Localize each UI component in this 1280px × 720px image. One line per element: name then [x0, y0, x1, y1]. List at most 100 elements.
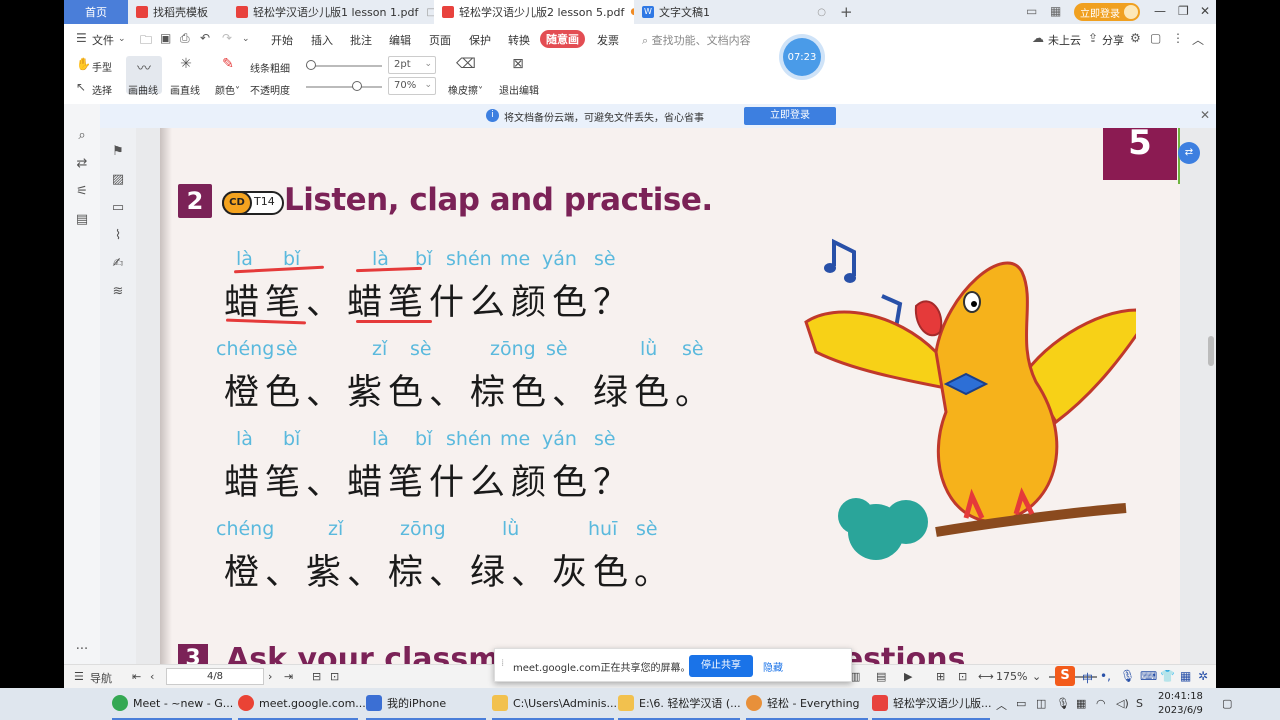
comment-icon[interactable]: ▭ — [100, 200, 136, 215]
tab-document1[interactable]: W 文字文稿1 ○ — [634, 0, 834, 24]
eraser-icon[interactable]: ⌫ — [454, 56, 478, 72]
microphone-icon[interactable]: 🎙 — [1120, 669, 1135, 683]
network-icon[interactable]: ◫ — [1036, 697, 1046, 710]
cursor-icon[interactable]: ↖ — [76, 80, 86, 94]
punctuation-icon[interactable]: •, — [1100, 669, 1111, 683]
floating-action-icon[interactable]: ⇄ — [1178, 142, 1200, 164]
forward-icon[interactable]: ⊡ — [330, 670, 339, 683]
recording-timer[interactable]: 07:23 — [783, 38, 821, 76]
tab-home[interactable]: 首页 — [64, 0, 128, 24]
redo-icon[interactable]: ↷ — [222, 31, 232, 45]
exit-edit-button[interactable]: 退出编辑 — [499, 82, 539, 97]
stop-sharing-button[interactable]: 停止共享 — [689, 655, 753, 677]
color-tool[interactable]: 颜色˅ — [215, 82, 240, 97]
curve-tool[interactable]: 画曲线 — [128, 82, 158, 97]
fit-width-icon[interactable]: ⟷ — [978, 670, 994, 683]
print-icon[interactable]: ⎙ — [180, 31, 190, 46]
layout-icon[interactable]: ▭ — [1026, 4, 1037, 18]
thickness-slider[interactable] — [306, 65, 382, 67]
ime-mode[interactable]: 中 — [1082, 670, 1093, 686]
tab-lesson5[interactable]: 轻松学汉语少儿版2 lesson 5.pdf ● — [434, 0, 634, 24]
chevron-down-icon[interactable]: ⌄ — [242, 34, 250, 44]
more-icon[interactable]: ··· — [64, 642, 100, 657]
chevron-down-icon[interactable]: ⌄ — [118, 34, 126, 44]
skin-icon[interactable]: 👕 — [1160, 669, 1175, 683]
collapse-icon[interactable]: ︿ — [1192, 31, 1204, 48]
settings-icon[interactable]: ✲ — [1198, 669, 1208, 683]
sogou-tray-icon[interactable]: S — [1136, 697, 1143, 710]
minimize-icon[interactable]: — — [1154, 4, 1166, 18]
thickness-select[interactable]: 2pt ⌄ — [388, 56, 436, 74]
play-icon[interactable]: ▶ — [904, 670, 912, 683]
close-window-icon[interactable]: ✕ — [1200, 4, 1210, 18]
bookmark-icon[interactable]: ⚑ — [100, 144, 136, 159]
menu-page[interactable]: 页面 — [429, 32, 451, 48]
fit-page-icon[interactable]: ⊡ — [958, 670, 967, 683]
taskbar-wps[interactable]: 轻松学汉语少儿版... — [872, 688, 992, 720]
notice-login-button[interactable]: 立即登录 — [744, 107, 836, 125]
vertical-scrollbar[interactable] — [1208, 336, 1214, 366]
opacity-knob[interactable] — [352, 81, 362, 91]
new-tab-icon[interactable]: + — [840, 3, 853, 21]
taskbar-iphone[interactable]: 我的iPhone — [366, 688, 486, 720]
search-input[interactable]: ⌕ 查找功能、文档内容 — [642, 32, 751, 48]
taskbar-meet[interactable]: Meet - ~new - G... — [112, 688, 233, 720]
menu-invoice[interactable]: 发票 — [597, 32, 619, 48]
menu-insert[interactable]: 插入 — [311, 32, 333, 48]
drag-handle-icon[interactable]: ⁞ — [501, 658, 504, 669]
close-icon[interactable]: ○ — [809, 7, 826, 18]
line-tool[interactable]: 画直线 — [170, 82, 200, 97]
undo-icon[interactable]: ↶ — [200, 31, 210, 45]
pen-color-icon[interactable]: ✎ — [218, 56, 238, 72]
gear-icon[interactable]: ⚙ — [1130, 31, 1141, 45]
document-icon[interactable]: ▤ — [64, 212, 100, 227]
attachment-icon[interactable]: ⌇ — [100, 228, 136, 243]
tab-lesson1[interactable]: 轻松学汉语少儿版1 lesson 1.pdf □ — [228, 0, 434, 24]
thickness-knob[interactable] — [306, 60, 316, 70]
back-icon[interactable]: ⊟ — [312, 670, 321, 683]
hand-tool[interactable]: 手型 — [92, 59, 112, 74]
prev-page-icon[interactable]: ‹ — [150, 670, 154, 683]
volume-icon[interactable]: ◁) — [1116, 697, 1129, 710]
menu-comment[interactable]: 批注 — [350, 32, 372, 48]
chevron-down-icon[interactable]: ⌄ — [1032, 670, 1041, 683]
actual-size-icon[interactable]: ⊞ — [936, 670, 945, 683]
zoom-level[interactable]: 175% — [996, 670, 1027, 683]
close-icon[interactable]: □ — [418, 7, 434, 18]
comment-icon[interactable]: ▢ — [1150, 31, 1161, 45]
sogou-ime-icon[interactable]: S — [1055, 666, 1075, 686]
menu-file[interactable]: 文件 — [92, 32, 114, 48]
taskbar-meet-share[interactable]: meet.google.com... — [238, 688, 366, 720]
next-page-icon[interactable]: › — [268, 670, 272, 683]
app-tray-icon[interactable]: ▦ — [1076, 697, 1086, 710]
image-icon[interactable]: ▨ — [100, 172, 136, 187]
battery-icon[interactable]: ▭ — [1016, 697, 1026, 710]
notification-icon[interactable]: ▢ — [1222, 697, 1232, 710]
opacity-select[interactable]: 70% ⌄ — [388, 77, 436, 95]
taskbar-explorer-e[interactable]: E:\6. 轻松学汉语 (... — [618, 688, 741, 720]
last-page-icon[interactable]: ⇥ — [284, 670, 293, 683]
share-icon[interactable]: ⇪ — [1088, 31, 1098, 45]
hamburger-icon[interactable]: ☰ — [76, 31, 87, 45]
continuous-icon[interactable]: ▤ — [876, 670, 886, 683]
nav-icon[interactable]: ☰ — [74, 670, 84, 683]
hide-button[interactable]: 隐藏 — [763, 659, 783, 674]
tab-template[interactable]: 找稻壳模板 — [128, 0, 228, 24]
more-icon[interactable]: ⋮ — [1172, 31, 1184, 45]
open-folder-icon[interactable]: 🗀 — [140, 31, 152, 52]
translate-icon[interactable]: ⇄ — [64, 156, 100, 171]
grid-icon[interactable]: ▦ — [1050, 4, 1061, 18]
taskbar-explorer-c[interactable]: C:\Users\Adminis... — [492, 688, 617, 720]
menu-edit[interactable]: 编辑 — [389, 32, 411, 48]
adjust-icon[interactable]: ⚟ — [64, 184, 100, 199]
microphone-icon[interactable]: 🎙 — [1056, 697, 1070, 710]
cloud-status[interactable]: 未上云 — [1048, 32, 1081, 48]
menu-start[interactable]: 开始 — [271, 32, 293, 48]
layers-icon[interactable]: ≋ — [100, 284, 136, 299]
wifi-icon[interactable]: ◠ — [1096, 697, 1106, 710]
hand-icon[interactable]: ✋ — [76, 57, 91, 71]
select-tool[interactable]: 选择 — [92, 82, 112, 97]
signature-icon[interactable]: ✍ — [100, 256, 136, 271]
cloud-icon[interactable]: ☁ — [1032, 31, 1044, 45]
search-zoom-icon[interactable]: ⌕ — [64, 128, 100, 143]
